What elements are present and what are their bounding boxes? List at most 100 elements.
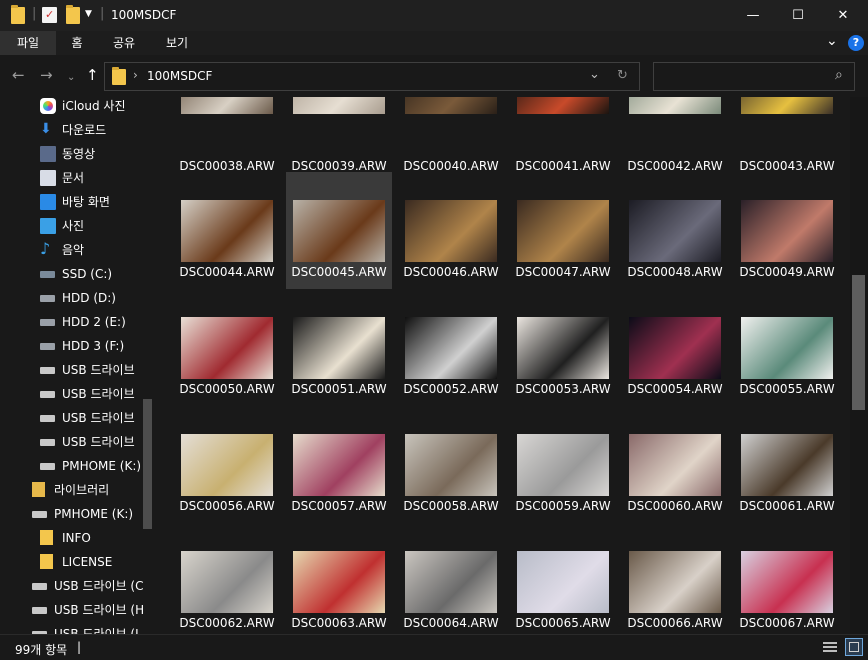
file-item[interactable]: DSC00054.ARW — [622, 289, 728, 406]
sidebar-item-label: 음악 — [62, 243, 85, 257]
sidebar-scrollbar-thumb[interactable] — [143, 399, 152, 529]
search-box[interactable]: ⌕ — [653, 62, 855, 91]
file-item[interactable]: DSC00050.ARW — [174, 289, 280, 406]
file-item[interactable]: DSC00038.ARW — [174, 97, 280, 183]
address-dropdown-icon[interactable]: ⌄ — [589, 67, 600, 82]
pictures-icon — [40, 218, 56, 234]
folder-icon — [11, 5, 25, 24]
document-icon — [40, 170, 56, 186]
image-thumbnail — [629, 200, 721, 262]
file-item[interactable]: DSC00062.ARW — [174, 523, 280, 634]
image-thumbnail — [293, 434, 385, 496]
search-input[interactable] — [658, 66, 828, 87]
breadcrumb-chevron-icon[interactable]: › — [133, 68, 138, 82]
sidebar-item-label: USB 드라이브 — [62, 435, 135, 449]
file-item[interactable]: DSC00064.ARW — [398, 523, 504, 634]
file-item[interactable]: DSC00060.ARW — [622, 406, 728, 523]
tab-view[interactable]: 보기 — [155, 31, 199, 55]
file-item[interactable]: DSC00045.ARW — [286, 172, 392, 289]
file-item[interactable]: DSC00043.ARW — [734, 97, 840, 183]
library-icon — [32, 482, 45, 497]
item-count: 99개 항목 — [15, 643, 68, 657]
file-item[interactable]: DSC00066.ARW — [622, 523, 728, 634]
file-name: DSC00046.ARW — [403, 265, 499, 279]
sidebar-item-label: 문서 — [62, 171, 85, 185]
file-item[interactable]: DSC00067.ARW — [734, 523, 840, 634]
file-item[interactable]: DSC00056.ARW — [174, 406, 280, 523]
details-view-icon[interactable] — [822, 640, 838, 654]
help-icon[interactable]: ? — [848, 35, 864, 51]
file-item[interactable]: DSC00044.ARW — [174, 172, 280, 289]
maximize-button[interactable]: ☐ — [775, 0, 821, 31]
image-thumbnail — [181, 97, 273, 114]
forward-arrow-icon[interactable]: → — [40, 68, 53, 83]
properties-icon[interactable]: ✓ — [42, 7, 57, 23]
refresh-icon[interactable]: ↻ — [617, 68, 628, 83]
file-item[interactable]: DSC00059.ARW — [510, 406, 616, 523]
file-name: DSC00043.ARW — [739, 159, 835, 173]
title-bar: | ✓ ▼ | 100MSDCF — ☐ ✕ — [0, 0, 868, 31]
address-bar[interactable]: › 100MSDCF ⌄ ↻ — [104, 62, 640, 91]
image-thumbnail — [741, 200, 833, 262]
image-thumbnail — [629, 434, 721, 496]
sidebar-item-label: USB 드라이브 (I — [54, 627, 139, 634]
file-item[interactable]: DSC00061.ARW — [734, 406, 840, 523]
image-thumbnail — [517, 317, 609, 379]
file-item[interactable]: DSC00065.ARW — [510, 523, 616, 634]
up-arrow-icon[interactable]: ↑ — [86, 68, 99, 83]
file-item[interactable]: DSC00040.ARW — [398, 97, 504, 183]
file-name: DSC00052.ARW — [403, 382, 499, 396]
new-folder-icon[interactable] — [66, 5, 80, 24]
navigation-bar: ← → ⌄ ↑ › 100MSDCF ⌄ ↻ ⌕ — [0, 55, 868, 97]
file-item[interactable]: DSC00039.ARW — [286, 97, 392, 183]
image-thumbnail — [741, 97, 833, 114]
file-item[interactable]: DSC00058.ARW — [398, 406, 504, 523]
tab-share[interactable]: 공유 — [102, 31, 146, 55]
sidebar-item-label: LICENSE — [62, 555, 113, 569]
image-thumbnail — [405, 434, 497, 496]
file-name: DSC00057.ARW — [291, 499, 387, 513]
file-item[interactable]: DSC00042.ARW — [622, 97, 728, 183]
usb-drive-icon — [32, 511, 47, 518]
file-item[interactable]: DSC00052.ARW — [398, 289, 504, 406]
usb-drive-icon — [32, 607, 47, 614]
file-item[interactable]: DSC00048.ARW — [622, 172, 728, 289]
file-item[interactable]: DSC00047.ARW — [510, 172, 616, 289]
back-arrow-icon[interactable]: ← — [12, 68, 25, 83]
status-separator: | — [77, 640, 82, 654]
breadcrumb-path[interactable]: 100MSDCF — [147, 69, 212, 83]
sidebar-item-label: USB 드라이브 — [62, 363, 135, 377]
scrollbar-thumb[interactable] — [852, 275, 865, 410]
large-icons-view-icon[interactable] — [845, 638, 863, 656]
sidebar-item-label: PMHOME (K:) — [54, 507, 134, 521]
file-item[interactable]: DSC00046.ARW — [398, 172, 504, 289]
ribbon-expand-icon[interactable]: ⌄ — [826, 33, 838, 49]
file-item[interactable]: DSC00063.ARW — [286, 523, 392, 634]
file-grid: DSC00038.ARW DSC00039.ARW DSC00040.ARW DSC0… — [160, 97, 850, 634]
minimize-button[interactable]: — — [730, 0, 776, 31]
file-item[interactable]: DSC00055.ARW — [734, 289, 840, 406]
image-thumbnail — [405, 317, 497, 379]
download-icon: ⬇ — [40, 121, 52, 137]
file-name: DSC00058.ARW — [403, 499, 499, 513]
hdd-drive-icon — [40, 295, 55, 302]
file-name: DSC00062.ARW — [179, 616, 275, 630]
recent-locations-icon[interactable]: ⌄ — [67, 70, 75, 85]
sidebar-item-label: 동영상 — [62, 147, 96, 161]
hdd-drive-icon — [40, 319, 55, 326]
tab-file[interactable]: 파일 — [0, 31, 56, 55]
file-item[interactable]: DSC00057.ARW — [286, 406, 392, 523]
usb-drive-icon — [40, 367, 55, 374]
title-separator: | — [100, 6, 105, 21]
file-item[interactable]: DSC00053.ARW — [510, 289, 616, 406]
image-thumbnail — [181, 317, 273, 379]
file-item[interactable]: DSC00049.ARW — [734, 172, 840, 289]
hdd-drive-icon — [40, 343, 55, 350]
sidebar-item-label: iCloud 사진 — [62, 99, 126, 113]
tab-home[interactable]: 홈 — [60, 31, 94, 55]
file-item[interactable]: DSC00041.ARW — [510, 97, 616, 183]
file-item[interactable]: DSC00051.ARW — [286, 289, 392, 406]
ribbon-tabs: 파일 홈 공유 보기 ⌄ ? — [0, 31, 868, 55]
close-button[interactable]: ✕ — [820, 0, 866, 31]
quick-access-dropdown-icon[interactable]: ▼ — [85, 9, 92, 26]
